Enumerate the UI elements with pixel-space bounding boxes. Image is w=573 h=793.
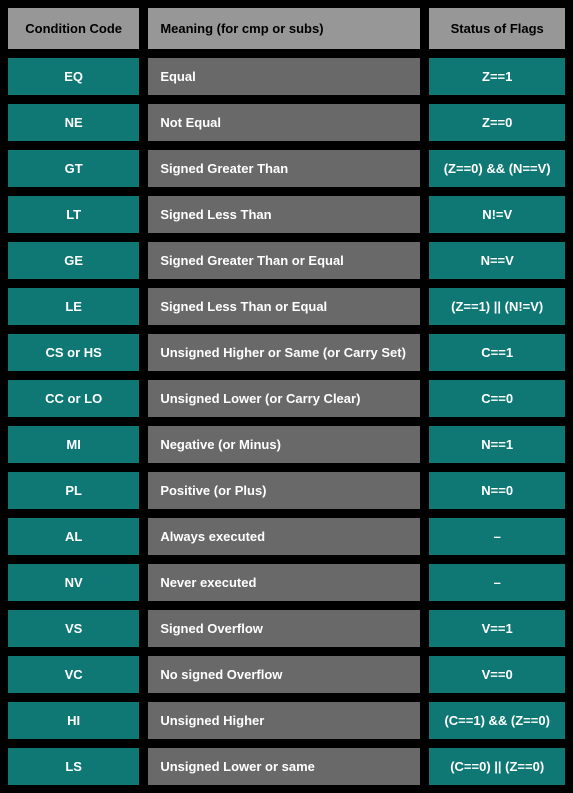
cell-flags: V==1 [428,609,566,648]
condition-codes-table: Condition Code Meaning (for cmp or subs)… [0,0,573,793]
header-meaning: Meaning (for cmp or subs) [147,7,421,50]
cell-code: GT [7,149,140,188]
cell-meaning: Positive (or Plus) [147,471,421,510]
cell-flags: N==1 [428,425,566,464]
cell-meaning: Never executed [147,563,421,602]
table-row: LSUnsigned Lower or same(C==0) || (Z==0) [7,747,566,786]
cell-flags: N==0 [428,471,566,510]
table-row: HIUnsigned Higher(C==1) && (Z==0) [7,701,566,740]
table-row: NVNever executed– [7,563,566,602]
cell-flags: V==0 [428,655,566,694]
table-header-row: Condition Code Meaning (for cmp or subs)… [7,7,566,50]
cell-code: VC [7,655,140,694]
header-code: Condition Code [7,7,140,50]
cell-meaning: Equal [147,57,421,96]
cell-meaning: Unsigned Higher [147,701,421,740]
table-row: CS or HSUnsigned Higher or Same (or Carr… [7,333,566,372]
cell-flags: C==1 [428,333,566,372]
cell-meaning: Signed Greater Than or Equal [147,241,421,280]
table-row: NENot EqualZ==0 [7,103,566,142]
cell-code: GE [7,241,140,280]
table-row: LESigned Less Than or Equal(Z==1) || (N!… [7,287,566,326]
cell-code: HI [7,701,140,740]
cell-meaning: Not Equal [147,103,421,142]
cell-meaning: Unsigned Lower or same [147,747,421,786]
table-row: MINegative (or Minus)N==1 [7,425,566,464]
cell-code: CS or HS [7,333,140,372]
cell-meaning: Unsigned Higher or Same (or Carry Set) [147,333,421,372]
cell-meaning: Unsigned Lower (or Carry Clear) [147,379,421,418]
cell-code: MI [7,425,140,464]
cell-flags: – [428,517,566,556]
cell-code: AL [7,517,140,556]
cell-code: LT [7,195,140,234]
cell-code: PL [7,471,140,510]
table-row: GTSigned Greater Than(Z==0) && (N==V) [7,149,566,188]
header-flags: Status of Flags [428,7,566,50]
cell-meaning: No signed Overflow [147,655,421,694]
cell-meaning: Signed Less Than or Equal [147,287,421,326]
cell-flags: (C==0) || (Z==0) [428,747,566,786]
cell-flags: Z==1 [428,57,566,96]
cell-flags: (Z==1) || (N!=V) [428,287,566,326]
cell-flags: (Z==0) && (N==V) [428,149,566,188]
cell-code: NE [7,103,140,142]
cell-flags: C==0 [428,379,566,418]
table-row: VSSigned OverflowV==1 [7,609,566,648]
table-row: LTSigned Less ThanN!=V [7,195,566,234]
cell-flags: (C==1) && (Z==0) [428,701,566,740]
cell-meaning: Signed Greater Than [147,149,421,188]
cell-flags: N==V [428,241,566,280]
cell-code: VS [7,609,140,648]
table-row: CC or LOUnsigned Lower (or Carry Clear)C… [7,379,566,418]
cell-flags: N!=V [428,195,566,234]
cell-code: EQ [7,57,140,96]
table-row: ALAlways executed– [7,517,566,556]
cell-code: LS [7,747,140,786]
cell-meaning: Signed Less Than [147,195,421,234]
cell-meaning: Signed Overflow [147,609,421,648]
cell-flags: – [428,563,566,602]
cell-code: LE [7,287,140,326]
cell-code: NV [7,563,140,602]
table-row: VCNo signed OverflowV==0 [7,655,566,694]
cell-code: CC or LO [7,379,140,418]
cell-meaning: Always executed [147,517,421,556]
table-row: PLPositive (or Plus)N==0 [7,471,566,510]
cell-flags: Z==0 [428,103,566,142]
table-row: EQEqualZ==1 [7,57,566,96]
table-row: GESigned Greater Than or EqualN==V [7,241,566,280]
cell-meaning: Negative (or Minus) [147,425,421,464]
